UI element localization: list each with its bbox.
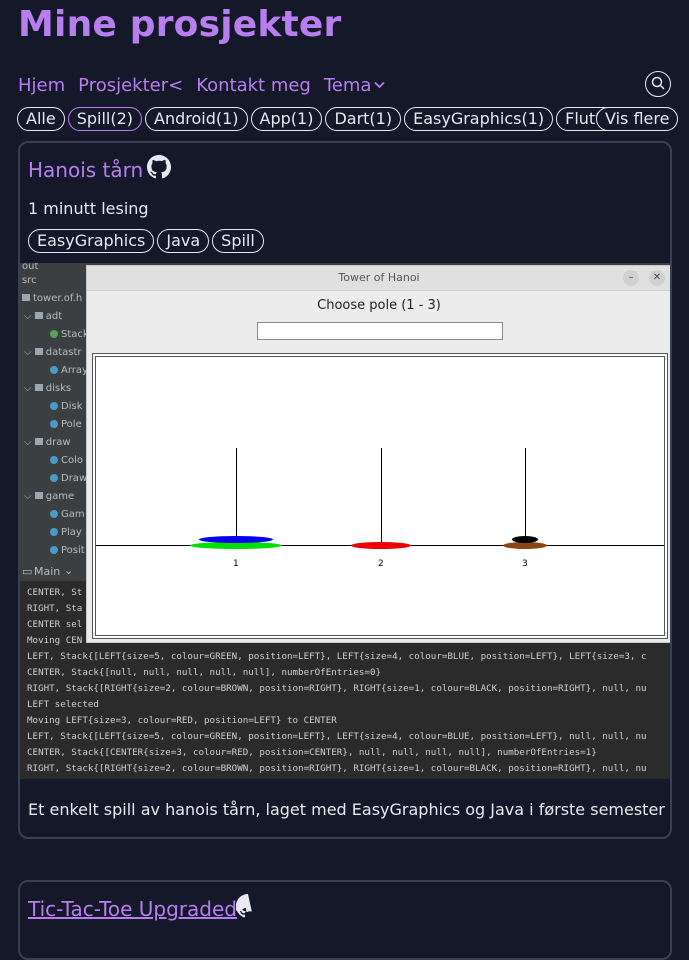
- class-icon: [50, 546, 58, 554]
- chevron-down-icon: ⌄: [64, 564, 74, 577]
- disk-blue: [199, 536, 273, 543]
- console-line: LEFT selected: [27, 699, 99, 710]
- pole-prompt: Choose pole (1 - 3): [317, 298, 441, 313]
- folder-icon: [34, 438, 43, 445]
- folder-icon: [34, 348, 43, 355]
- console-tab: ▭ Main ⌄: [20, 563, 86, 581]
- chevron-down-icon: [374, 78, 386, 93]
- nav-home-link[interactable]: Hjem: [18, 75, 65, 96]
- class-icon: [50, 402, 58, 410]
- tree-item: ⌵ datastr: [24, 347, 82, 358]
- class-icon: [50, 366, 58, 374]
- console-line: RIGHT, Sta: [27, 603, 83, 614]
- tree-item: Colo: [50, 455, 83, 466]
- console-line: CENTER sel: [27, 619, 83, 630]
- tree-item: ⌵ adt: [24, 311, 63, 322]
- nav-contact-link[interactable]: Kontakt meg: [196, 75, 311, 96]
- console-line: CENTER, St: [27, 587, 83, 598]
- github-icon[interactable]: [233, 894, 260, 922]
- github-icon[interactable]: [147, 155, 171, 183]
- class-icon: [50, 474, 58, 482]
- console-line: Moving CEN: [27, 635, 83, 646]
- project-title-link[interactable]: Tic-Tac-Toe Upgraded: [28, 897, 237, 921]
- project-screenshot: out src tower.of.h ⌵ adt Stack ⌵ datastr…: [20, 263, 670, 779]
- tree-item: Array: [50, 365, 88, 376]
- console-line: LEFT, Stack{[LEFT{size=5, colour=GREEN, …: [27, 731, 647, 742]
- pole-2: [381, 448, 382, 546]
- project-description: Et enkelt spill av hanois tårn, laget me…: [28, 800, 665, 819]
- nav-theme-dropdown[interactable]: Tema: [324, 75, 386, 96]
- hanoi-canvas: 1 2 3: [92, 353, 668, 639]
- tower-of-hanoi-window: Tower of Hanoi – ✕ Choose pole (1 - 3) 1…: [86, 265, 670, 643]
- pole-3: [525, 448, 526, 546]
- show-more-button[interactable]: Vis flere: [596, 107, 679, 131]
- nav-projects-link[interactable]: Prosjekter<: [78, 75, 183, 96]
- pole-label: 2: [378, 559, 384, 569]
- search-icon: [651, 75, 665, 94]
- disk-red: [351, 542, 411, 549]
- tree-item: tower.of.h: [22, 293, 82, 304]
- class-icon: [50, 456, 58, 464]
- run-icon: ▭: [22, 565, 33, 578]
- console-line: LEFT, Stack{[LEFT{size=5, colour=GREEN, …: [27, 651, 647, 662]
- folder-icon: [34, 384, 43, 391]
- project-tags: EasyGraphics Java Spill: [28, 229, 267, 253]
- filter-chip-app[interactable]: App(1): [250, 107, 323, 131]
- tag-spill[interactable]: Spill: [212, 229, 264, 253]
- pole-label: 1: [233, 559, 239, 569]
- pole-input-field: [257, 322, 503, 340]
- ide-project-tree: out src tower.of.h ⌵ adt Stack ⌵ datastr…: [20, 263, 89, 563]
- project-card: Hanois tårn 1 minutt lesing EasyGraphics…: [18, 141, 672, 839]
- canvas-frame: 1 2 3: [95, 356, 665, 636]
- folder-icon: [34, 492, 43, 499]
- filter-chip-dart[interactable]: Dart(1): [325, 107, 402, 131]
- read-time: 1 minutt lesing: [28, 199, 149, 218]
- console-line: RIGHT, Stack{[RIGHT{size=2, colour=BROWN…: [27, 683, 647, 694]
- filter-chip-bar: Alle Spill(2) Android(1) App(1) Dart(1) EasyG…: [17, 107, 673, 133]
- pole-label: 3: [522, 559, 528, 569]
- filter-chip-easygraphics[interactable]: EasyGraphics(1): [404, 107, 554, 131]
- tree-item: Stack: [50, 329, 89, 340]
- tree-item: Play: [50, 527, 82, 538]
- window-title: Tower of Hanoi: [338, 271, 420, 284]
- search-button[interactable]: [645, 71, 671, 97]
- nav-theme-label: Tema: [323, 74, 372, 96]
- tree-item: ⌵ disks: [24, 383, 72, 394]
- disk-black: [512, 536, 538, 543]
- folder-icon: [22, 294, 30, 301]
- filter-chip-spill[interactable]: Spill(2): [67, 107, 142, 131]
- project-title-link[interactable]: Hanois tårn: [28, 158, 143, 182]
- folder-icon: [34, 312, 43, 319]
- main-nav: Hjem Prosjekter< Kontakt meg Tema: [18, 73, 398, 97]
- filter-chip-alle[interactable]: Alle: [17, 107, 65, 131]
- tree-item: Gam: [50, 509, 85, 520]
- tag-easygraphics[interactable]: EasyGraphics: [28, 229, 155, 253]
- tree-item: Disk: [50, 401, 82, 412]
- console-line: RIGHT, Stack{[RIGHT{size=2, colour=BROWN…: [27, 763, 647, 774]
- disk-green: [190, 542, 282, 549]
- class-icon: [50, 510, 58, 518]
- tree-item: Pole: [50, 419, 82, 430]
- pole-1: [236, 448, 237, 546]
- tree-item: ⌵ game: [24, 491, 75, 502]
- tree-item: src: [22, 275, 37, 286]
- console-line: CENTER, Stack{[null, null, null, null, n…: [27, 667, 382, 678]
- close-icon: ✕: [649, 270, 665, 286]
- tree-item: out: [22, 263, 39, 272]
- window-titlebar: Tower of Hanoi – ✕: [87, 266, 670, 291]
- class-icon: [50, 528, 58, 536]
- page-title: Mine prosjekter: [18, 4, 342, 45]
- disk-brown: [503, 542, 547, 549]
- tree-item: Draw: [50, 473, 87, 484]
- console-line: Moving LEFT{size=3, colour=RED, position…: [27, 715, 337, 726]
- class-icon: [50, 420, 58, 428]
- project-card: Tic-Tac-Toe Upgraded: [18, 880, 672, 960]
- tree-item: Posit: [50, 545, 85, 556]
- tree-item: ⌵ draw: [24, 437, 71, 448]
- console-line: CENTER, Stack{[CENTER{size=3, colour=RED…: [27, 747, 597, 758]
- filter-chip-android[interactable]: Android(1): [145, 107, 248, 131]
- interface-icon: [50, 330, 58, 338]
- minimize-icon: –: [623, 270, 639, 286]
- tag-java[interactable]: Java: [157, 229, 210, 253]
